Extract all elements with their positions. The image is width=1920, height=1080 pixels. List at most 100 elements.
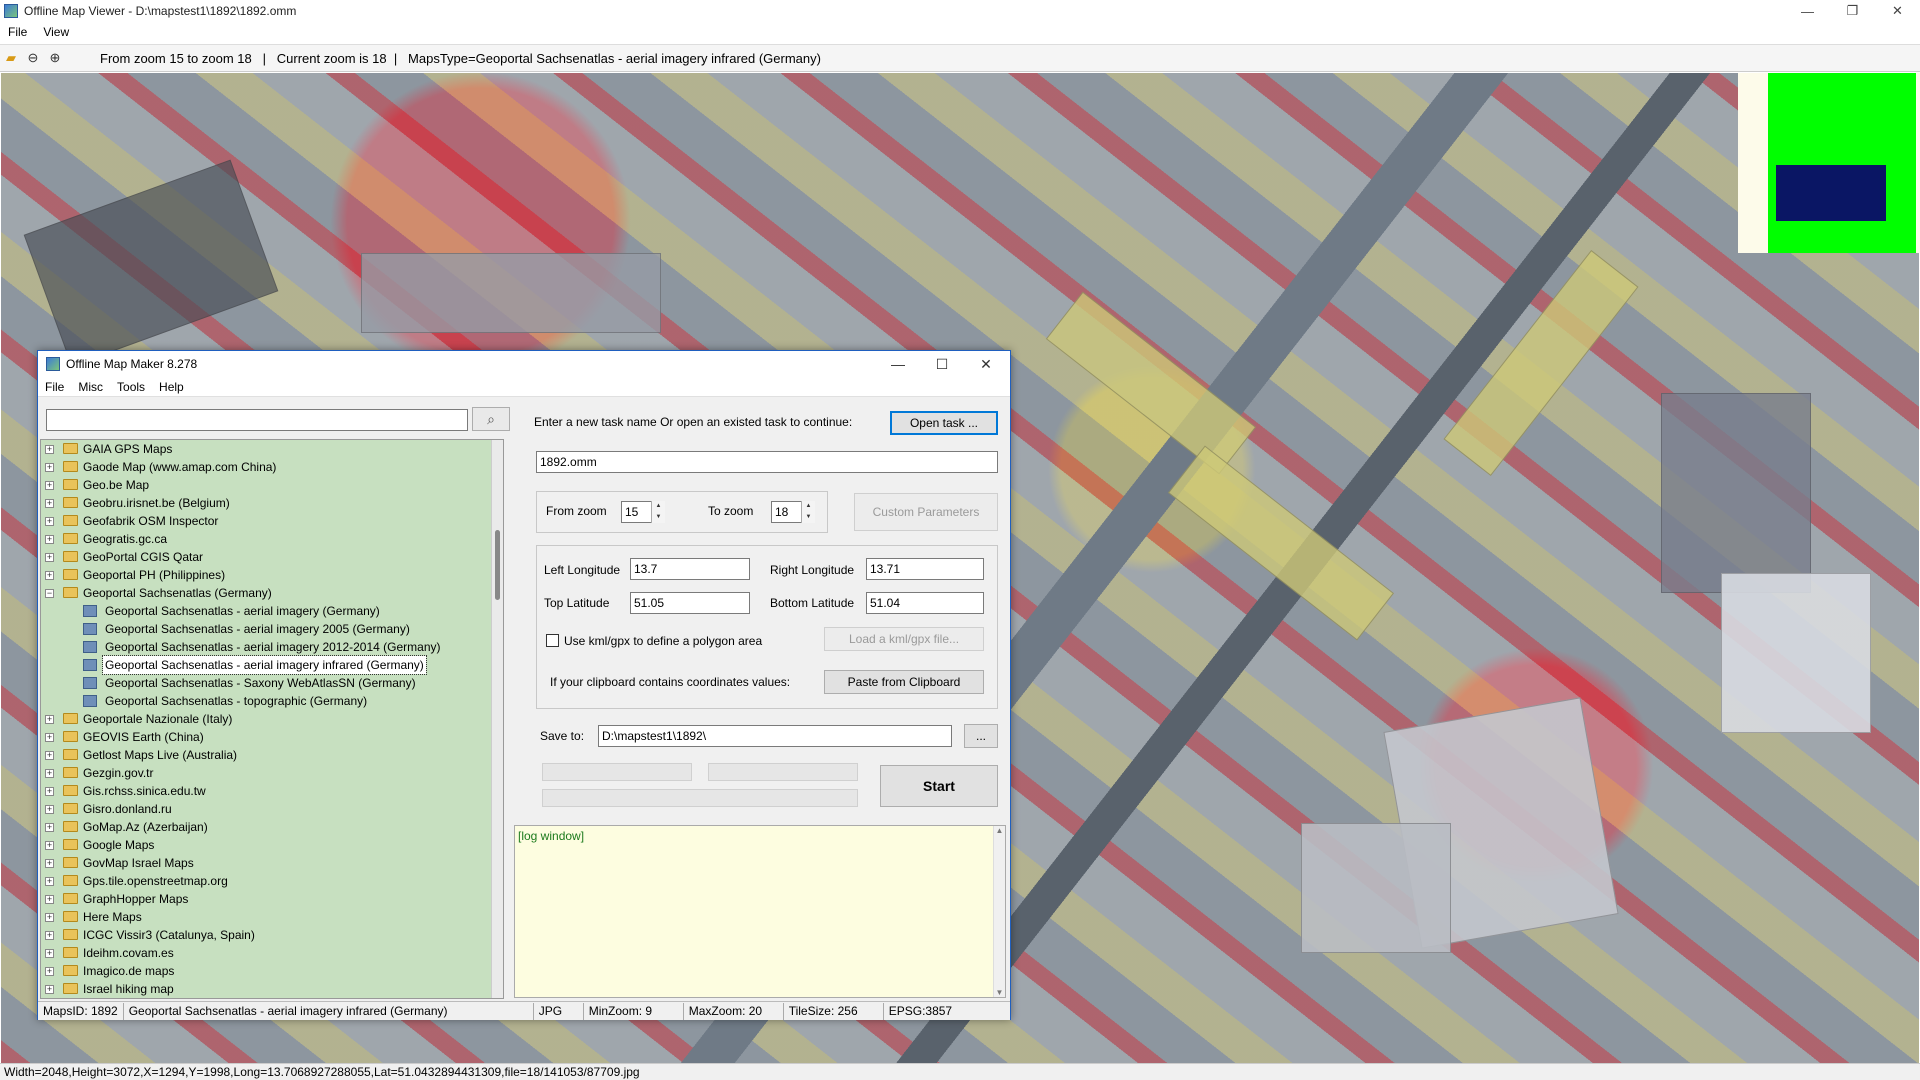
tree-folder-item[interactable]: + Geogratis.gc.ca <box>41 530 503 548</box>
tree-folder-item[interactable]: + Google Maps <box>41 836 503 854</box>
spin-up-icon[interactable]: ▲ <box>802 501 815 512</box>
expand-icon[interactable]: + <box>45 985 54 994</box>
spin-down-icon[interactable]: ▼ <box>802 512 815 523</box>
tree-folder-item[interactable]: + Gaode Map (www.amap.com China) <box>41 458 503 476</box>
overview-viewport[interactable] <box>1776 165 1886 221</box>
tree-folder-item[interactable]: + Imagico.de maps <box>41 962 503 980</box>
task-name-field[interactable]: 1892.omm <box>536 451 998 473</box>
map-source-tree[interactable]: + GAIA GPS Maps + Gaode Map (www.amap.com C… <box>40 439 504 999</box>
expand-icon[interactable]: + <box>45 895 54 904</box>
tree-folder-item[interactable]: + Gezgin.gov.tr <box>41 764 503 782</box>
expand-icon[interactable]: + <box>45 535 54 544</box>
dialog-menu-help[interactable]: Help <box>152 380 191 394</box>
log-window[interactable]: [log window] ▲ ▼ <box>514 825 1006 998</box>
zoom-out-icon[interactable]: ⊖ <box>22 47 44 69</box>
zoom-in-icon[interactable]: ⊕ <box>44 47 66 69</box>
expand-icon[interactable]: + <box>45 481 54 490</box>
dialog-menu-tools[interactable]: Tools <box>110 380 152 394</box>
tree-folder-item[interactable]: + GraphHopper Maps <box>41 890 503 908</box>
expand-icon[interactable]: + <box>45 787 54 796</box>
expand-icon[interactable]: + <box>45 967 54 976</box>
menu-view[interactable]: View <box>35 25 77 39</box>
dialog-minimize-icon[interactable]: — <box>876 351 920 377</box>
expand-icon[interactable]: + <box>45 517 54 526</box>
search-button[interactable]: ⌕ <box>472 407 510 431</box>
tree-folder-item[interactable]: + GoMap.Az (Azerbaijan) <box>41 818 503 836</box>
bottom-latitude-field[interactable]: 51.04 <box>866 592 984 614</box>
tree-folder-item[interactable]: + GAIA GPS Maps <box>41 440 503 458</box>
tree-folder-item[interactable]: + Israel hiking map <box>41 980 503 998</box>
expand-icon[interactable]: + <box>45 751 54 760</box>
spin-up-icon[interactable]: ▲ <box>652 501 665 512</box>
expand-icon[interactable]: + <box>45 931 54 940</box>
expand-icon[interactable]: + <box>45 571 54 580</box>
save-path-field[interactable]: D:\mapstest1\1892\ <box>598 725 952 747</box>
tree-folder-item[interactable]: + ICGC Vissir3 (Catalunya, Spain) <box>41 926 503 944</box>
open-task-button[interactable]: Open task ... <box>890 411 998 435</box>
expand-icon[interactable]: + <box>45 553 54 562</box>
tree-map-item[interactable]: Geoportal Sachsenatlas - aerial imagery … <box>41 620 503 638</box>
dialog-menu-file[interactable]: File <box>38 380 71 394</box>
open-folder-icon[interactable]: ▰ <box>0 47 22 69</box>
minimize-icon[interactable]: — <box>1785 0 1830 22</box>
tree-folder-item[interactable]: + Geoportale Nazionale (Italy) <box>41 710 503 728</box>
expand-icon[interactable]: + <box>45 769 54 778</box>
start-button[interactable]: Start <box>880 765 998 807</box>
restore-icon[interactable]: ❐ <box>1830 0 1875 22</box>
scroll-up-icon[interactable]: ▲ <box>994 826 1005 835</box>
tree-map-item[interactable]: Geoportal Sachsenatlas - aerial imagery … <box>41 602 503 620</box>
expand-icon[interactable]: + <box>45 463 54 472</box>
tree-map-item[interactable]: Geoportal Sachsenatlas - topographic (Ge… <box>41 692 503 710</box>
expand-icon[interactable]: + <box>45 715 54 724</box>
tree-scrollbar[interactable] <box>491 440 503 998</box>
top-latitude-field[interactable]: 51.05 <box>630 592 750 614</box>
from-zoom-spinner[interactable]: ▲ ▼ <box>651 501 665 523</box>
dialog-menu-misc[interactable]: Misc <box>71 380 110 394</box>
expand-icon[interactable]: + <box>45 445 54 454</box>
tree-folder-item[interactable]: + Geofabrik OSM Inspector <box>41 512 503 530</box>
dialog-close-icon[interactable]: ✕ <box>964 351 1008 377</box>
tree-folder-item[interactable]: + Ideihm.covam.es <box>41 944 503 962</box>
dialog-maximize-icon[interactable]: ☐ <box>920 351 964 377</box>
tree-folder-item[interactable]: + Here Maps <box>41 908 503 926</box>
tree-folder-item[interactable]: + Geobru.irisnet.be (Belgium) <box>41 494 503 512</box>
tree-folder-item[interactable]: + Geo.be Map <box>41 476 503 494</box>
map-search-input[interactable] <box>46 409 468 431</box>
tree-map-item[interactable]: Geoportal Sachsenatlas - aerial imagery … <box>41 655 503 675</box>
expand-icon[interactable]: + <box>45 733 54 742</box>
tree-folder-item[interactable]: + GEOVIS Earth (China) <box>41 728 503 746</box>
tree-map-item[interactable]: Geoportal Sachsenatlas - aerial imagery … <box>41 638 503 656</box>
tree-folder-item[interactable]: + GovMap Israel Maps <box>41 854 503 872</box>
expand-icon[interactable]: + <box>45 877 54 886</box>
expand-icon[interactable]: + <box>45 499 54 508</box>
tree-folder-item[interactable]: + Geoportal PH (Philippines) <box>41 566 503 584</box>
expand-icon[interactable]: + <box>45 841 54 850</box>
close-icon[interactable]: ✕ <box>1875 0 1920 22</box>
tree-folder-item[interactable]: − Geoportal Sachsenatlas (Germany) <box>41 584 503 602</box>
kml-polygon-checkbox[interactable] <box>546 634 559 647</box>
spin-down-icon[interactable]: ▼ <box>652 512 665 523</box>
tree-map-item[interactable]: Geoportal Sachsenatlas - Saxony WebAtlas… <box>41 674 503 692</box>
tree-scroll-thumb[interactable] <box>495 530 500 600</box>
to-zoom-spinner[interactable]: ▲ ▼ <box>801 501 815 523</box>
expand-icon[interactable]: + <box>45 913 54 922</box>
expand-icon[interactable]: + <box>45 823 54 832</box>
scroll-down-icon[interactable]: ▼ <box>994 988 1005 997</box>
expand-icon[interactable]: + <box>45 859 54 868</box>
tree-folder-item[interactable]: + Gis.rchss.sinica.edu.tw <box>41 782 503 800</box>
custom-parameters-button[interactable]: Custom Parameters <box>854 493 998 531</box>
browse-button[interactable]: ... <box>964 724 998 748</box>
expand-icon[interactable]: + <box>45 949 54 958</box>
log-scrollbar[interactable]: ▲ ▼ <box>993 826 1005 997</box>
menu-file[interactable]: File <box>0 25 35 39</box>
tree-folder-item[interactable]: + GeoPortal CGIS Qatar <box>41 548 503 566</box>
paste-clipboard-button[interactable]: Paste from Clipboard <box>824 670 984 694</box>
tree-folder-item[interactable]: + Getlost Maps Live (Australia) <box>41 746 503 764</box>
expand-icon[interactable]: + <box>45 805 54 814</box>
left-longitude-field[interactable]: 13.7 <box>630 558 750 580</box>
tree-folder-item[interactable]: + Gps.tile.openstreetmap.org <box>41 872 503 890</box>
tree-folder-item[interactable]: + Gisro.donland.ru <box>41 800 503 818</box>
collapse-icon[interactable]: − <box>45 589 54 598</box>
load-kml-button[interactable]: Load a kml/gpx file... <box>824 627 984 651</box>
right-longitude-field[interactable]: 13.71 <box>866 558 984 580</box>
